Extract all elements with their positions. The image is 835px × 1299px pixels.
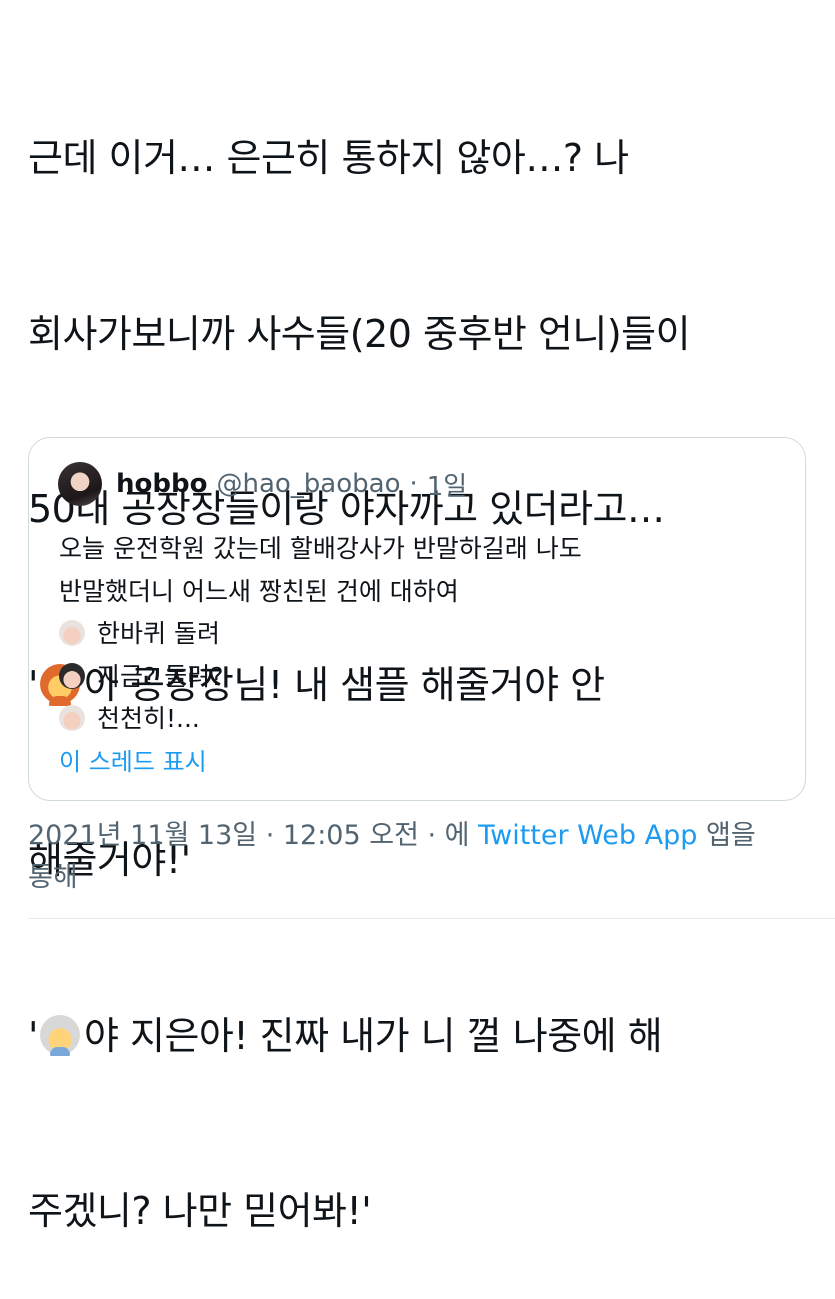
quoted-tweet-body: 오늘 운전학원 갔는데 할배강사가 반말하길래 나도 반말했더니 어느새 짱친된… <box>59 528 789 741</box>
man-emoji-icon <box>59 662 85 689</box>
tweet-date-time[interactable]: 2021년 11월 13일 · 12:05 오전 · 에 <box>28 820 478 851</box>
metadata-line-1: 2021년 11월 13일 · 12:05 오전 · 에 Twitter Web… <box>28 815 818 857</box>
quote-mark: ' <box>28 1013 38 1058</box>
metadata-line-2: 통해 <box>28 862 78 893</box>
divider <box>28 918 835 919</box>
quoted-tweet-card[interactable]: hobbo @hao_baobao · 1일 오늘 운전학원 갔는데 할배강사가… <box>28 437 806 801</box>
source-app-link[interactable]: Twitter Web App <box>478 820 697 851</box>
dialogue-text: 한바퀴 돌려 <box>97 619 220 648</box>
quoted-user-handle[interactable]: @hao_baobao <box>216 469 400 499</box>
quoted-line-2: 반말했더니 어느새 짱친된 건에 대하여 <box>59 576 459 606</box>
avatar[interactable] <box>58 462 102 506</box>
dialogue-line-3: 천천히!... <box>59 698 789 741</box>
dialogue-line-2: 지금? 돌려? <box>59 656 789 699</box>
metadata-suffix: 앱을 <box>697 820 756 851</box>
older-man-emoji-icon <box>59 705 85 731</box>
dialogue-text: 지금? 돌려? <box>97 661 224 691</box>
dialogue-text: 천천히!... <box>97 704 200 733</box>
separator-dot: · <box>409 469 418 499</box>
quoted-timestamp[interactable]: 1일 <box>427 466 467 503</box>
older-man-emoji-icon <box>59 620 85 646</box>
show-thread-link[interactable]: 이 스레드 표시 <box>59 742 207 777</box>
quote-2-text-1: 야 지은아! 진짜 내가 니 껄 나중에 해 <box>83 1013 663 1058</box>
quoted-tweet-header: hobbo @hao_baobao · 1일 <box>58 462 467 506</box>
tweet-quote-2-line-1: ' 야 지은아! 진짜 내가 니 껄 나중에 해 <box>28 1007 818 1066</box>
older-man-emoji-icon <box>39 1014 80 1056</box>
tweet-line-1: 근데 이거… 은근히 통하지 않아…? 나 <box>28 136 629 180</box>
dialogue-line-1: 한바퀴 돌려 <box>59 613 789 656</box>
quoted-user-name[interactable]: hobbo <box>116 469 207 499</box>
tweet-line-2: 회사가보니까 사수들(20 중후반 언니)들이 <box>28 311 691 356</box>
tweet-metadata: 2021년 11월 13일 · 12:05 오전 · 에 Twitter Web… <box>28 815 818 899</box>
tweet-quote-2-line-2: 주겠니? 나만 믿어봐!' <box>28 1189 372 1233</box>
quoted-line-1: 오늘 운전학원 갔는데 할배강사가 반말하길래 나도 <box>59 534 582 563</box>
